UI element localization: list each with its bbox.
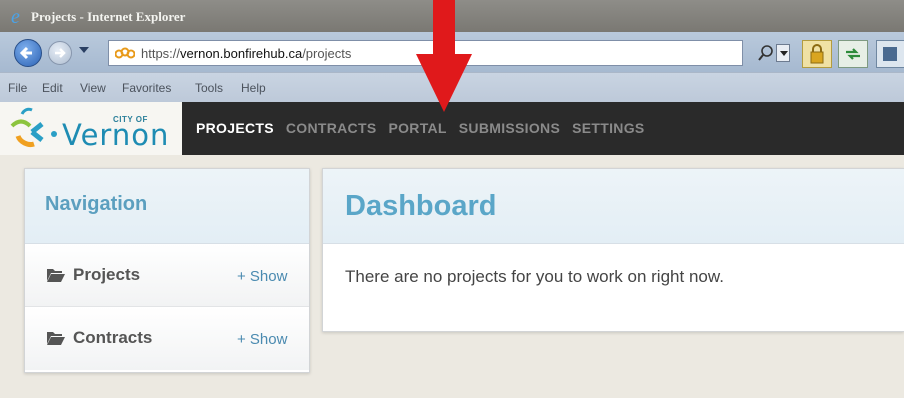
dashboard-panel: Dashboard There are no projects for you … [322, 168, 904, 332]
url-path: /projects [302, 46, 352, 61]
menu-help[interactable]: Help [241, 81, 266, 95]
menu-edit[interactable]: Edit [42, 81, 63, 95]
bonfire-favicon-icon [115, 47, 135, 59]
svg-text:e: e [11, 7, 20, 25]
nav-projects[interactable]: PROJECTS [196, 120, 274, 136]
url-text: https://vernon.bonfirehub.ca/projects [141, 46, 351, 61]
folder-open-icon [47, 332, 65, 345]
sidebar-item-label: Contracts [73, 328, 153, 347]
menu-view[interactable]: View [80, 81, 106, 95]
search-icon[interactable] [758, 44, 774, 62]
nav-contracts[interactable]: CONTRACTS [286, 120, 377, 136]
back-arrow-icon [19, 46, 32, 60]
sidebar-item-contracts[interactable]: Contracts + Show [25, 307, 309, 370]
sidebar-title: Navigation [45, 193, 148, 215]
nav-submissions[interactable]: SUBMISSIONS [459, 120, 560, 136]
address-dropdown-button[interactable] [776, 44, 790, 62]
nav-portal[interactable]: PORTAL [388, 120, 446, 136]
red-arrow-annotation-icon [416, 0, 472, 112]
empty-state-message: There are no projects for you to work on… [345, 267, 724, 286]
internet-explorer-icon: e [11, 7, 20, 25]
security-lock-button[interactable] [802, 40, 832, 68]
window-title: Projects - Internet Explorer [31, 9, 186, 24]
refresh-button[interactable] [838, 40, 868, 68]
forward-button[interactable] [48, 41, 72, 65]
site-top-nav: PROJECTS CONTRACTS PORTAL SUBMISSIONS SETTIN… [196, 120, 657, 138]
navigation-sidebar: Navigation Projects + Show Contracts + S… [24, 168, 310, 373]
history-dropdown-icon[interactable] [79, 47, 89, 53]
url-scheme: https:// [141, 46, 181, 61]
menu-tools[interactable]: Tools [195, 81, 223, 95]
forward-arrow-icon [55, 48, 66, 58]
menu-file[interactable]: File [8, 81, 27, 95]
vernon-logo-mark-icon [10, 107, 57, 147]
sidebar-item-projects[interactable]: Projects + Show [25, 244, 309, 307]
back-button[interactable] [14, 39, 42, 67]
sidebar-item-label: Projects [73, 265, 141, 284]
lock-icon [810, 44, 824, 64]
compatibility-icon [883, 47, 897, 61]
logo-vernon-text: Vernon [62, 118, 170, 152]
show-projects-link[interactable]: + Show [237, 268, 287, 285]
compatibility-view-button[interactable] [876, 40, 904, 68]
url-domain: vernon.bonfirehub.ca [180, 46, 303, 61]
menu-favorites[interactable]: Favorites [122, 81, 171, 95]
folder-open-icon [47, 269, 65, 282]
nav-settings[interactable]: SETTINGS [572, 120, 644, 136]
city-logo[interactable]: CITY OF Vernon [0, 102, 182, 155]
page-title: Dashboard [345, 190, 497, 222]
show-contracts-link[interactable]: + Show [237, 331, 287, 348]
refresh-icon [846, 48, 860, 60]
